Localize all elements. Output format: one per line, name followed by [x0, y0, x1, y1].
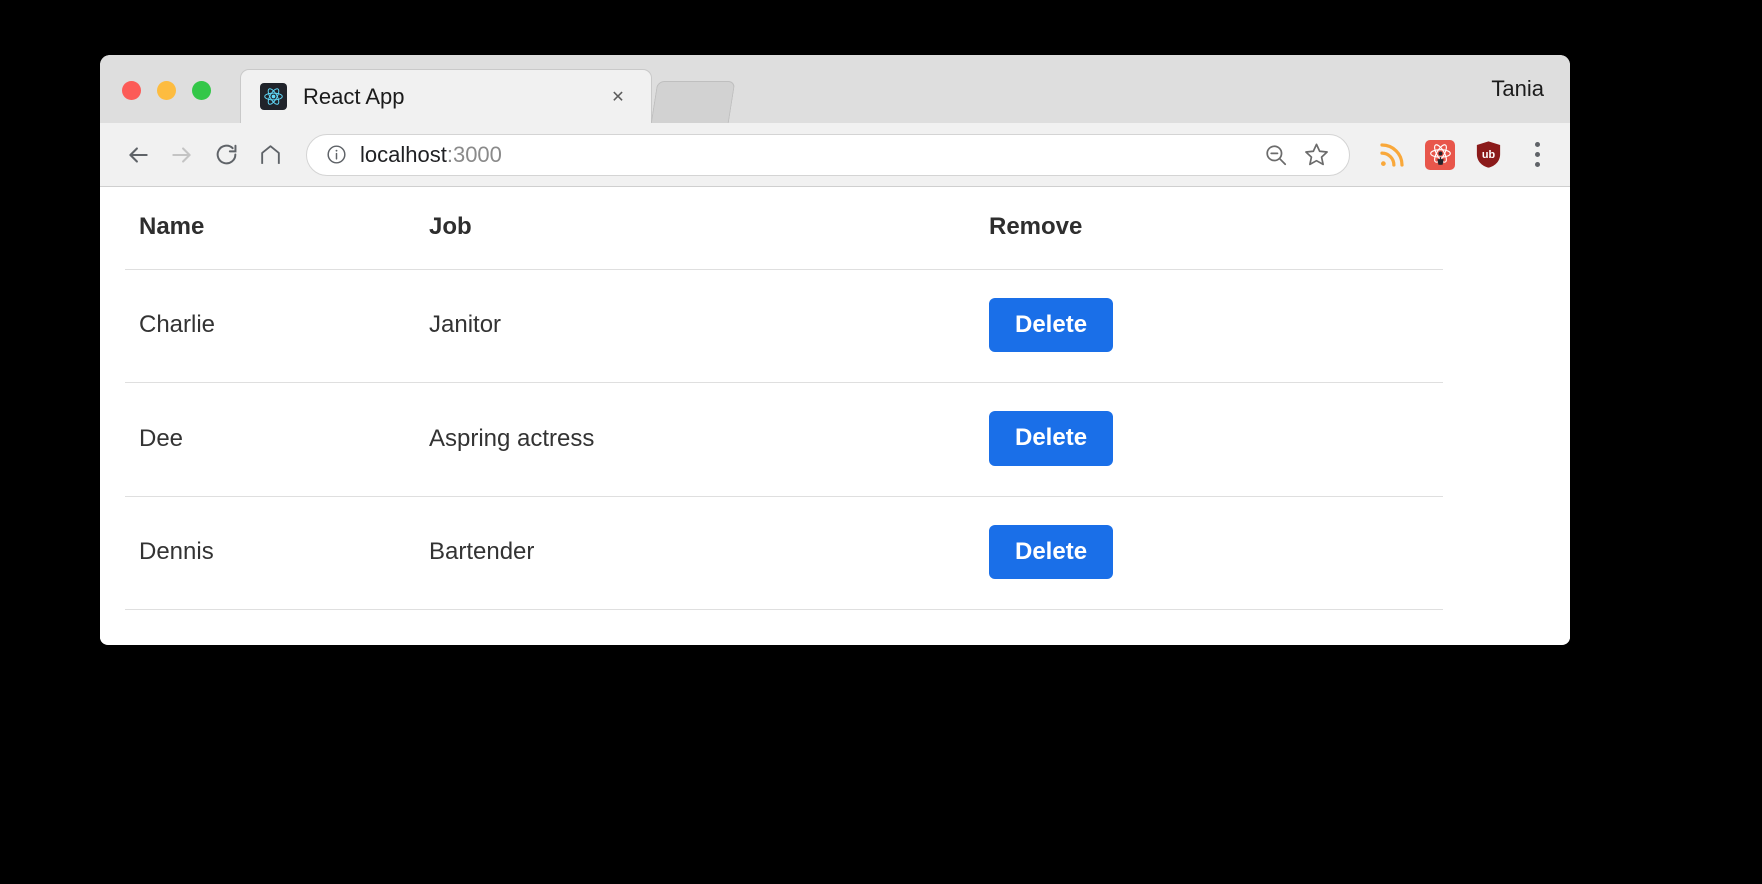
- delete-button[interactable]: Delete: [989, 298, 1113, 352]
- page-content: Name Job Remove Charlie Janitor Delete D…: [100, 187, 1570, 644]
- minimize-window-button[interactable]: [157, 81, 176, 100]
- svg-text:ub: ub: [1481, 149, 1495, 161]
- chrome-menu-icon[interactable]: [1520, 135, 1554, 175]
- delete-button[interactable]: Delete: [989, 525, 1113, 579]
- column-header-job: Job: [415, 187, 975, 270]
- tab-background[interactable]: [651, 81, 736, 124]
- cell-name: Dee: [125, 383, 415, 496]
- cell-remove: Delete: [975, 383, 1443, 496]
- table-row: Charlie Janitor Delete: [125, 270, 1443, 383]
- cell-job: Aspring actress: [415, 383, 975, 496]
- home-icon[interactable]: [248, 133, 292, 177]
- bookmark-star-icon[interactable]: [1301, 140, 1331, 170]
- reload-icon[interactable]: [204, 133, 248, 177]
- url-text[interactable]: localhost:3000: [360, 142, 1251, 168]
- ublock-origin-icon[interactable]: ub: [1470, 137, 1506, 173]
- maximize-window-button[interactable]: [192, 81, 211, 100]
- cell-name: Charlie: [125, 270, 415, 383]
- react-devtools-icon[interactable]: [1422, 137, 1458, 173]
- close-tab-icon[interactable]: ✕: [607, 86, 629, 108]
- browser-window: React App ✕ Tania: [100, 55, 1570, 645]
- column-header-remove: Remove: [975, 187, 1443, 270]
- people-table: Name Job Remove Charlie Janitor Delete D…: [125, 187, 1443, 610]
- url-bar[interactable]: localhost:3000: [306, 134, 1350, 176]
- tab-strip: React App ✕ Tania: [100, 55, 1570, 123]
- close-window-button[interactable]: [122, 81, 141, 100]
- rss-feed-icon[interactable]: [1374, 137, 1410, 173]
- table-row: Dennis Bartender Delete: [125, 496, 1443, 609]
- cell-remove: Delete: [975, 496, 1443, 609]
- column-header-name: Name: [125, 187, 415, 270]
- react-icon: [260, 83, 287, 110]
- cell-job: Janitor: [415, 270, 975, 383]
- url-port: :3000: [447, 142, 502, 167]
- back-arrow-icon[interactable]: [116, 133, 160, 177]
- cell-name: Dennis: [125, 496, 415, 609]
- url-host: localhost: [360, 142, 447, 167]
- delete-button[interactable]: Delete: [989, 411, 1113, 465]
- table-row: Dee Aspring actress Delete: [125, 383, 1443, 496]
- zoom-out-icon[interactable]: [1261, 140, 1291, 170]
- forward-arrow-icon[interactable]: [160, 133, 204, 177]
- tab-react-app[interactable]: React App ✕: [240, 69, 652, 123]
- window-controls: [122, 81, 211, 100]
- info-circle-icon[interactable]: [325, 144, 347, 166]
- browser-toolbar: localhost:3000: [100, 123, 1570, 187]
- cell-job: Bartender: [415, 496, 975, 609]
- profile-label[interactable]: Tania: [1491, 76, 1544, 102]
- cell-remove: Delete: [975, 270, 1443, 383]
- tab-title: React App: [303, 84, 405, 110]
- table-header-row: Name Job Remove: [125, 187, 1443, 270]
